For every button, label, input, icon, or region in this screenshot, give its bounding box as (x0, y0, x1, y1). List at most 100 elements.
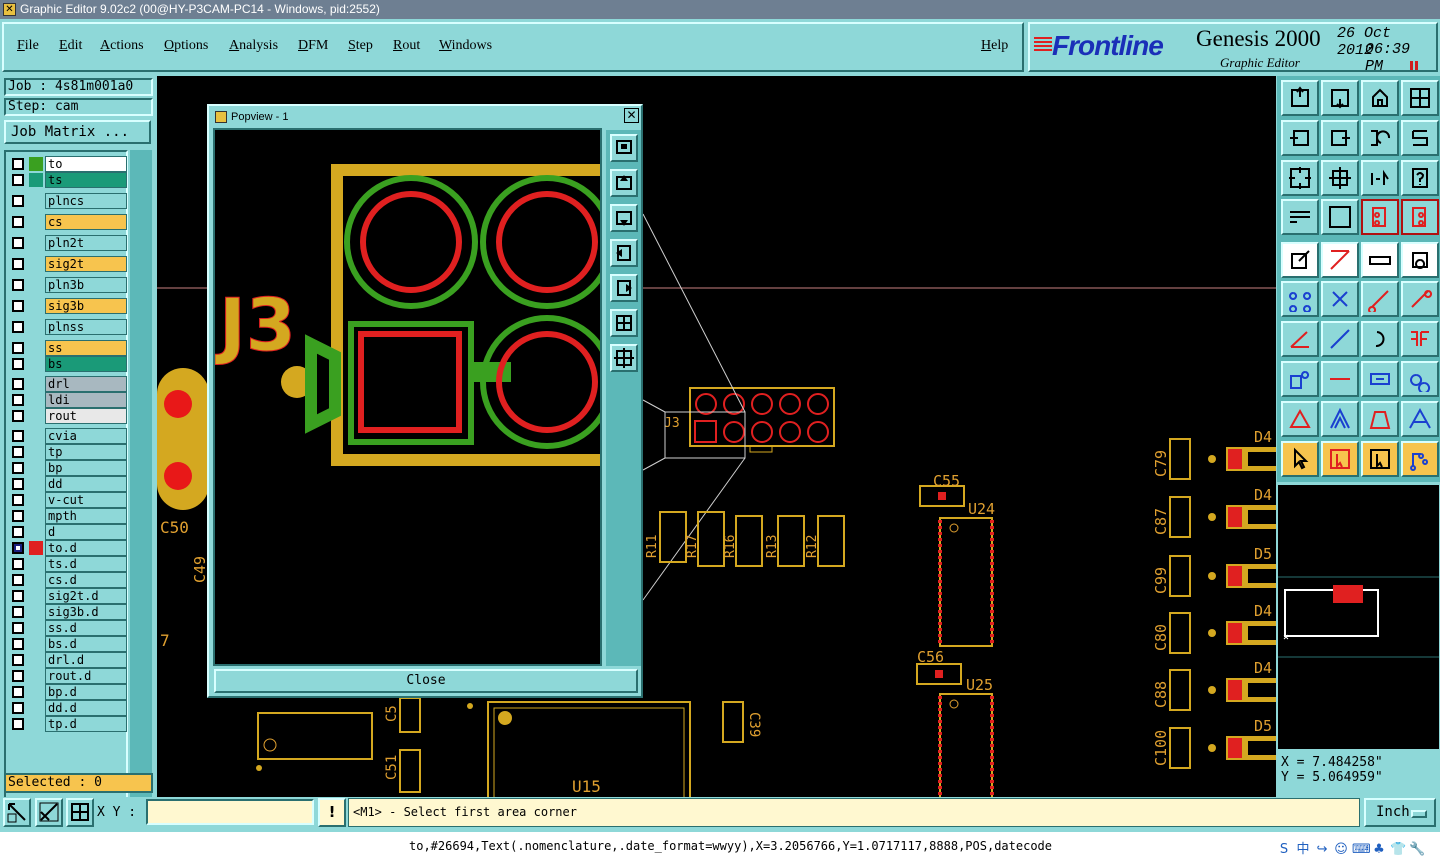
layer-color-swatch[interactable] (29, 409, 43, 423)
layer-name[interactable]: ts.d (45, 556, 127, 572)
layer-name[interactable]: sig3b.d (45, 604, 127, 620)
layer-checkbox[interactable] (12, 394, 24, 406)
layer-color-swatch[interactable] (29, 701, 43, 715)
layer-color-swatch[interactable] (29, 157, 43, 171)
layer-name[interactable]: cs.d (45, 572, 127, 588)
layer-name[interactable]: plnss (45, 319, 127, 335)
layer-name[interactable]: v-cut (45, 492, 127, 508)
layer-row-v-cut[interactable]: v-cut (10, 492, 127, 508)
snap-pad-icon[interactable] (1361, 199, 1399, 235)
layer-checkbox[interactable] (12, 462, 24, 474)
text-style-icon[interactable] (1401, 321, 1439, 357)
pointer-select-icon[interactable] (1361, 441, 1399, 477)
layer-name[interactable]: drl (45, 376, 127, 392)
message-button[interactable]: ! (318, 798, 346, 827)
tray-icon[interactable]: 👕 (1390, 842, 1406, 858)
layer-row-ts-d[interactable]: ts.d (10, 556, 127, 572)
layer-checkbox[interactable] (12, 237, 24, 249)
layer-row-dd[interactable]: dd (10, 476, 127, 492)
layer-color-swatch[interactable] (29, 541, 43, 555)
layer-row-dd-d[interactable]: dd.d (10, 700, 127, 716)
layer-row-bs[interactable]: bs (10, 356, 127, 372)
layer-name[interactable]: rout (45, 408, 127, 424)
surface-icon[interactable] (1361, 401, 1399, 437)
layer-row-tp[interactable]: tp (10, 444, 127, 460)
layer-name[interactable]: ts (45, 172, 127, 188)
line-icon[interactable] (1321, 361, 1359, 397)
layer-color-swatch[interactable] (29, 341, 43, 355)
layer-checkbox[interactable] (12, 670, 24, 682)
help-icon[interactable] (1401, 160, 1439, 196)
layer-name[interactable]: ldi (45, 392, 127, 408)
tray-icon[interactable]: ↪ (1314, 842, 1330, 858)
pointer-icon[interactable] (1281, 441, 1319, 477)
layer-name[interactable]: d (45, 524, 127, 540)
menu-actions[interactable]: Actions (100, 38, 144, 54)
layer-color-swatch[interactable] (29, 573, 43, 587)
popview-pan-up-button[interactable] (610, 169, 638, 197)
layer-row-ss[interactable]: ss (10, 340, 127, 356)
select-feature-icon[interactable] (1281, 242, 1319, 278)
layer-checkbox[interactable] (12, 510, 24, 522)
group-icon[interactable] (1401, 361, 1439, 397)
layer-name[interactable]: cs (45, 214, 127, 230)
layer-checkbox[interactable] (12, 158, 24, 170)
layer-row-ts[interactable]: ts (10, 172, 127, 188)
layer-checkbox[interactable] (12, 430, 24, 442)
layer-row-d[interactable]: d (10, 524, 127, 540)
layer-name[interactable]: plncs (45, 193, 127, 209)
layer-color-swatch[interactable] (29, 278, 43, 292)
layer-checkbox[interactable] (12, 358, 24, 370)
layer-color-swatch[interactable] (29, 493, 43, 507)
layer-name[interactable]: pln2t (45, 235, 127, 251)
popview-canvas[interactable]: J3 (213, 128, 602, 666)
layer-checkbox[interactable] (12, 574, 24, 586)
layer-checkbox[interactable] (12, 686, 24, 698)
tray-icon[interactable]: 中 (1295, 842, 1311, 858)
layer-checkbox[interactable] (12, 622, 24, 634)
layer-color-swatch[interactable] (29, 445, 43, 459)
add-node-icon[interactable] (1401, 281, 1439, 317)
layer-name[interactable]: to (45, 156, 127, 172)
layer-color-swatch[interactable] (29, 477, 43, 491)
layer-color-swatch[interactable] (29, 173, 43, 187)
layer-row-drl-d[interactable]: drl.d (10, 652, 127, 668)
layer-color-swatch[interactable] (29, 669, 43, 683)
layer-checkbox[interactable] (12, 342, 24, 354)
array-icon[interactable] (1361, 361, 1399, 397)
layer-row-drl[interactable]: drl (10, 376, 127, 392)
layer-checkbox[interactable] (12, 654, 24, 666)
pad-select-icon[interactable] (1281, 361, 1319, 397)
tray-icon[interactable]: ☺ (1333, 842, 1349, 858)
layer-row-sig3b-d[interactable]: sig3b.d (10, 604, 127, 620)
layer-color-swatch[interactable] (29, 429, 43, 443)
layer-checkbox[interactable] (12, 174, 24, 186)
layer-row-to-d[interactable]: to.d (10, 540, 127, 556)
layer-list-scrollbar[interactable] (130, 150, 152, 818)
layer-color-swatch[interactable] (29, 320, 43, 334)
redraw-icon[interactable] (1401, 120, 1439, 156)
layer-name[interactable]: bs (45, 356, 127, 372)
layer-color-swatch[interactable] (29, 605, 43, 619)
layer-row-mpth[interactable]: mpth (10, 508, 127, 524)
arc-icon[interactable] (1361, 321, 1399, 357)
layer-name[interactable]: pln3b (45, 277, 127, 293)
layer-row-tp-d[interactable]: tp.d (10, 716, 127, 732)
menu-step[interactable]: Step (348, 38, 373, 54)
layer-color-swatch[interactable] (29, 236, 43, 250)
layer-row-cvia[interactable]: cvia (10, 428, 127, 444)
popview-zoom-out-button[interactable] (610, 344, 638, 372)
layer-row-ss-d[interactable]: ss.d (10, 620, 127, 636)
layer-color-swatch[interactable] (29, 525, 43, 539)
layer-checkbox[interactable] (12, 378, 24, 390)
pan-left-icon[interactable] (1281, 120, 1319, 156)
layer-color-swatch[interactable] (29, 299, 43, 313)
delete-node-icon[interactable] (1321, 281, 1359, 317)
layer-checkbox[interactable] (12, 702, 24, 714)
layer-row-rout-d[interactable]: rout.d (10, 668, 127, 684)
layer-name[interactable]: dd (45, 476, 127, 492)
tray-icon[interactable]: S (1276, 842, 1292, 858)
layer-color-swatch[interactable] (29, 377, 43, 391)
pause-icon[interactable] (1410, 61, 1418, 70)
layer-row-sig2t-d[interactable]: sig2t.d (10, 588, 127, 604)
